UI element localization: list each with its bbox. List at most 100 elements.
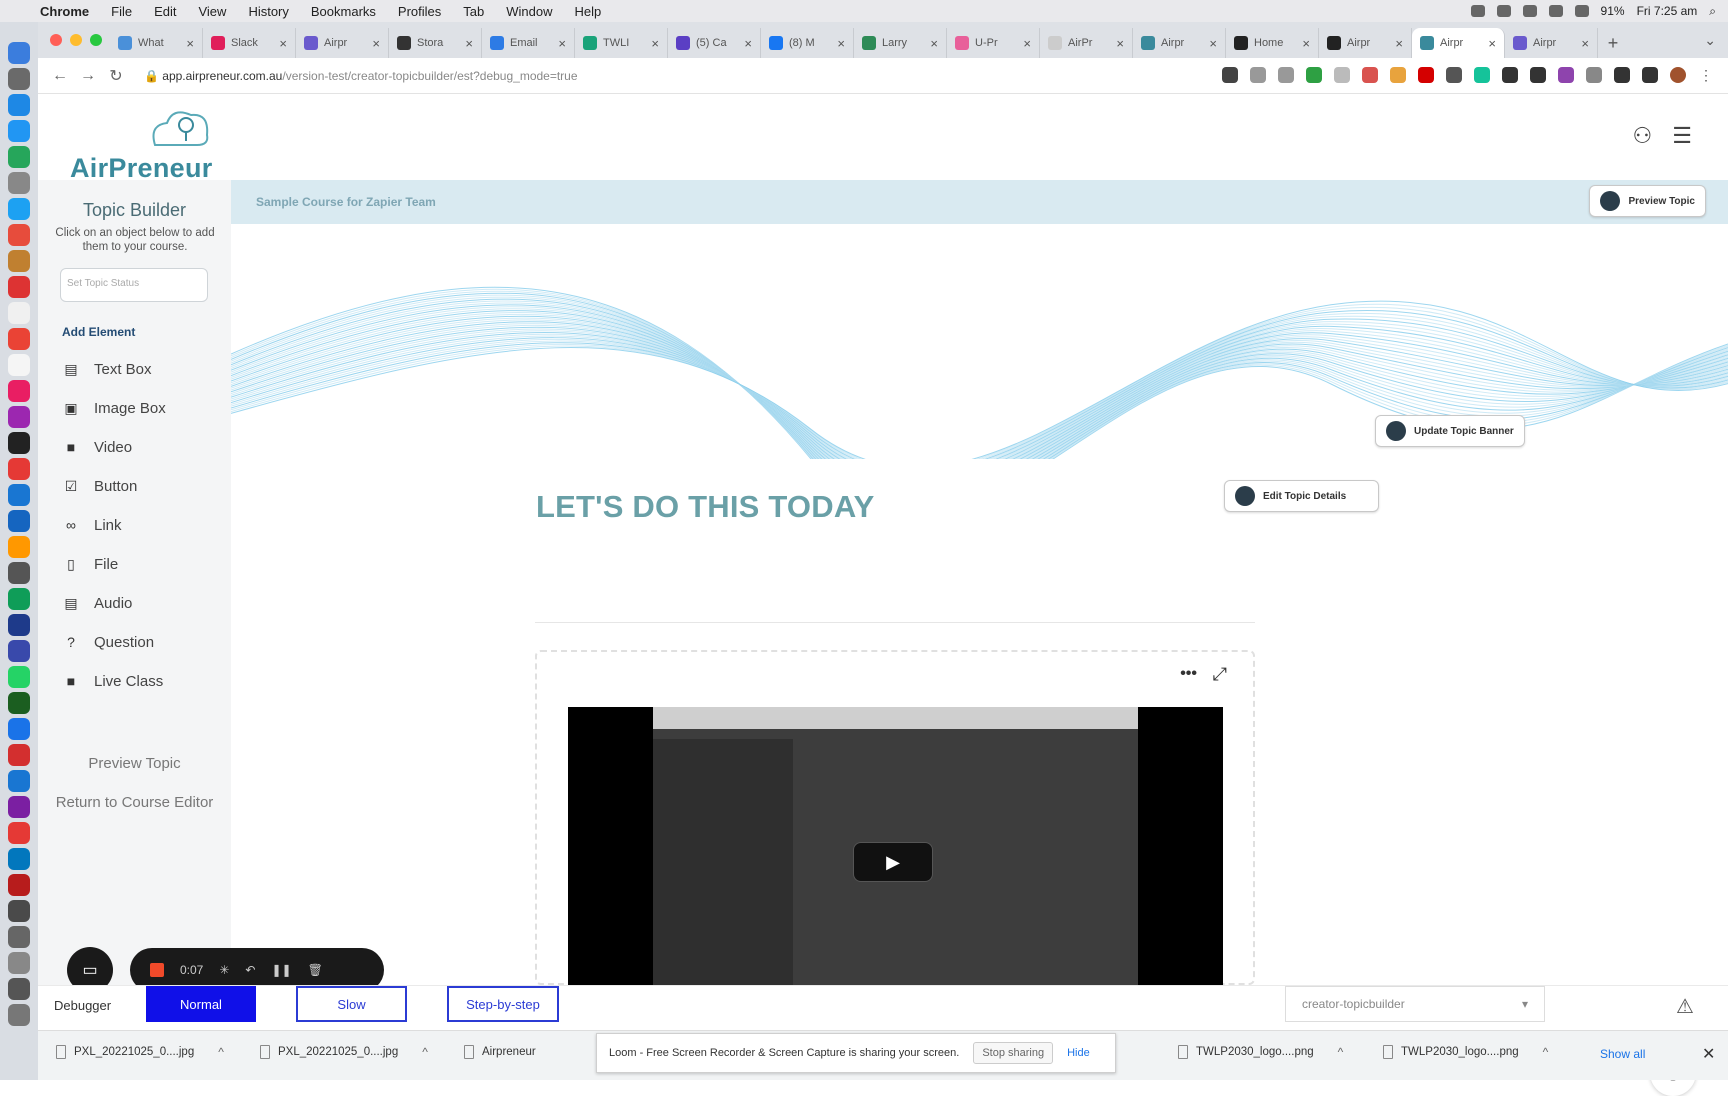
menu-tab[interactable]: Tab — [463, 4, 484, 19]
search-icon[interactable]: ⌕ — [1709, 4, 1716, 19]
close-tab-icon[interactable]: × — [1023, 36, 1031, 51]
extension-icon[interactable] — [1446, 67, 1462, 83]
dock-app-icon[interactable] — [8, 692, 30, 714]
chevron-up-icon[interactable]: ^ — [1543, 1045, 1549, 1059]
dock-app-icon[interactable] — [8, 68, 30, 90]
play-button[interactable]: ▶ — [853, 842, 933, 882]
draw-icon[interactable]: ✳ — [219, 963, 229, 977]
dock-app-icon[interactable] — [8, 328, 30, 350]
close-tab-icon[interactable]: × — [1488, 36, 1496, 51]
close-tab-icon[interactable]: × — [1209, 36, 1217, 51]
close-window-icon[interactable] — [50, 34, 62, 46]
dock-app-icon[interactable] — [8, 484, 30, 506]
edit-topic-details-button[interactable]: Edit Topic Details — [1224, 480, 1379, 512]
dock-app-icon[interactable] — [8, 224, 30, 246]
download-item[interactable]: TWLP2030_logo....png ^ — [1383, 1045, 1548, 1059]
sidebar-item-file[interactable]: ▯ File — [62, 555, 118, 573]
dock-app-icon[interactable] — [8, 562, 30, 584]
menu-file[interactable]: File — [111, 4, 132, 19]
airpreneur-logo[interactable]: AirPreneur — [70, 105, 220, 185]
dock-app-icon[interactable] — [8, 198, 30, 220]
battery-text[interactable]: 91% — [1601, 4, 1625, 18]
warning-icon[interactable]: ⚠ — [1676, 994, 1694, 1019]
back-icon[interactable]: ← — [46, 67, 74, 85]
dock-app-icon[interactable] — [8, 952, 30, 974]
close-tab-icon[interactable]: × — [651, 36, 659, 51]
video-player[interactable]: ▶ — [568, 707, 1223, 987]
show-all-link[interactable]: Show all — [1600, 1047, 1645, 1061]
dock-app-icon[interactable] — [8, 354, 30, 376]
browser-tab[interactable]: AirPr × — [1040, 28, 1133, 58]
hide-button[interactable]: Hide — [1067, 1047, 1090, 1059]
more-menu-icon[interactable]: ⋮ — [1698, 67, 1714, 83]
preview-topic-link[interactable]: Preview Topic — [38, 755, 231, 772]
menu-edit[interactable]: Edit — [154, 4, 176, 19]
tab-search-icon[interactable]: ⌄ — [1704, 32, 1716, 49]
extension-icon[interactable] — [1558, 67, 1574, 83]
download-item[interactable]: TWLP2030_logo....png ^ — [1178, 1045, 1343, 1059]
extension-icon[interactable] — [1502, 67, 1518, 83]
close-icon[interactable]: ✕ — [1702, 1044, 1715, 1064]
download-item[interactable]: Airpreneur — [464, 1045, 536, 1059]
minimize-window-icon[interactable] — [70, 34, 82, 46]
browser-tab[interactable]: (8) M × — [761, 28, 854, 58]
video-element-card[interactable]: ••• ⤢ ▶ — [535, 650, 1255, 987]
close-tab-icon[interactable]: × — [279, 36, 287, 51]
dock-app-icon[interactable] — [8, 250, 30, 272]
extension-icon[interactable] — [1586, 67, 1602, 83]
sidepanel-icon[interactable] — [1642, 67, 1658, 83]
profile-avatar[interactable] — [1670, 67, 1686, 83]
menu-bookmarks[interactable]: Bookmarks — [311, 4, 376, 19]
extension-icon[interactable] — [1306, 67, 1322, 83]
browser-tab[interactable]: Stora × — [389, 28, 482, 58]
close-tab-icon[interactable]: × — [744, 36, 752, 51]
download-item[interactable]: PXL_20221025_0....jpg ^ — [56, 1045, 224, 1059]
topic-status-select[interactable]: Set Topic Status — [60, 268, 208, 302]
status-icon[interactable] — [1522, 5, 1537, 17]
dock-app-icon[interactable] — [8, 900, 30, 922]
fullscreen-icon[interactable]: ⤢ — [1213, 664, 1227, 685]
sidebar-item-button[interactable]: ☑ Button — [62, 477, 138, 495]
extension-icon[interactable] — [1362, 67, 1378, 83]
dock-app-icon[interactable] — [8, 146, 30, 168]
dock-app-icon[interactable] — [8, 926, 30, 948]
extension-icon[interactable] — [1530, 67, 1546, 83]
dock-app-icon[interactable] — [8, 1004, 30, 1026]
forward-icon[interactable]: → — [74, 67, 102, 85]
close-tab-icon[interactable]: × — [1581, 36, 1589, 51]
stop-sharing-button[interactable]: Stop sharing — [973, 1042, 1054, 1064]
return-to-course-editor-link[interactable]: Return to Course Editor — [38, 794, 231, 811]
dock-app-icon[interactable] — [8, 536, 30, 558]
trash-icon[interactable]: 🗑 — [308, 963, 323, 977]
browser-tab[interactable]: Home × — [1226, 28, 1319, 58]
close-tab-icon[interactable]: × — [1302, 36, 1310, 51]
dock-app-icon[interactable] — [8, 640, 30, 662]
volume-icon[interactable] — [1574, 5, 1589, 17]
sidebar-item-audio[interactable]: ▤ Audio — [62, 594, 132, 612]
sidebar-item-image-box[interactable]: ▣ Image Box — [62, 399, 165, 417]
browser-tab[interactable]: Airpr × — [1412, 28, 1505, 58]
extension-icon[interactable] — [1390, 67, 1406, 83]
sidebar-item-link[interactable]: ∞ Link — [62, 516, 122, 534]
chevron-up-icon[interactable]: ^ — [422, 1045, 428, 1059]
dock-app-icon[interactable] — [8, 796, 30, 818]
dock-app-icon[interactable] — [8, 510, 30, 532]
dock-app-icon[interactable] — [8, 874, 30, 896]
close-tab-icon[interactable]: × — [558, 36, 566, 51]
user-icon[interactable]: ⚇ — [1633, 123, 1653, 149]
dock-app-icon[interactable] — [8, 718, 30, 740]
sidebar-item-question[interactable]: ? Question — [62, 633, 154, 651]
extension-icon[interactable] — [1334, 67, 1350, 83]
dock-app-icon[interactable] — [8, 42, 30, 64]
close-tab-icon[interactable]: × — [930, 36, 938, 51]
download-item[interactable]: PXL_20221025_0....jpg ^ — [260, 1045, 428, 1059]
extension-icon[interactable] — [1474, 67, 1490, 83]
clock[interactable]: Fri 7:25 am — [1637, 4, 1698, 18]
sidebar-item-live-class[interactable]: ■ Live Class — [62, 672, 163, 690]
puzzle-icon[interactable] — [1614, 67, 1630, 83]
hamburger-menu-icon[interactable]: ☰ — [1672, 123, 1692, 149]
url-field[interactable]: 🔒 app.airpreneur.com.au/version-test/cre… — [144, 69, 578, 83]
browser-tab[interactable]: Larry × — [854, 28, 947, 58]
update-topic-banner-button[interactable]: Update Topic Banner — [1375, 415, 1525, 447]
browser-tab[interactable]: Slack × — [203, 28, 296, 58]
